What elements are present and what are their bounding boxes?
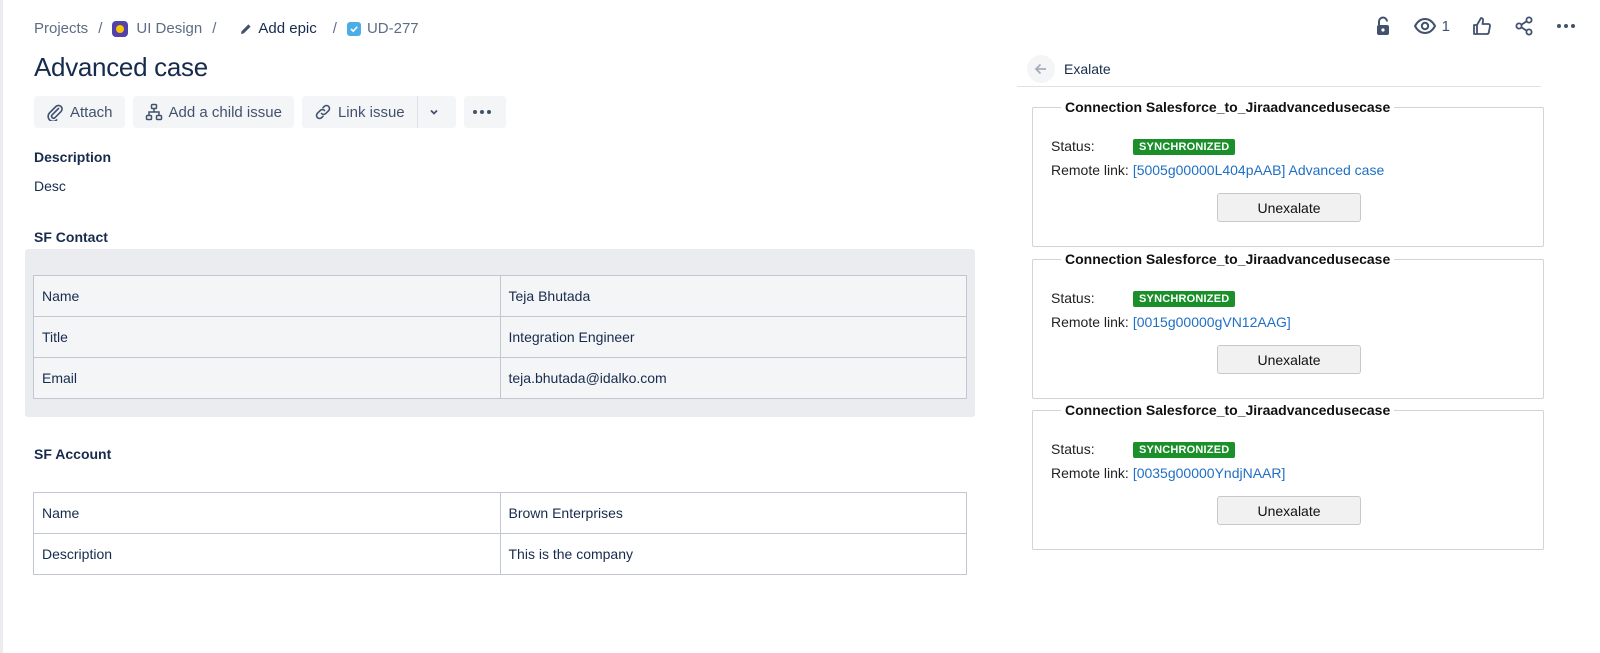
connection-card: Connection Salesforce_to_Jiraadvanceduse…	[1032, 402, 1544, 550]
exalate-panel-header: Exalate	[1017, 52, 1541, 87]
share-button[interactable]	[1514, 16, 1534, 36]
unexalate-button[interactable]: Unexalate	[1217, 345, 1361, 374]
sf-account-panel: Name Brown Enterprises Description This …	[25, 476, 975, 596]
status-badge: SYNCHRONIZED	[1133, 139, 1236, 155]
issue-actions: 1	[1374, 16, 1576, 36]
table-row: Title Integration Engineer	[33, 316, 967, 358]
breadcrumb-separator: /	[212, 20, 217, 37]
back-button[interactable]	[1027, 55, 1055, 83]
table-cell-value: This is the company	[499, 533, 967, 575]
unexalate-button[interactable]: Unexalate	[1217, 193, 1361, 222]
remote-link[interactable]: [0015g00000gVN12AAG]	[1133, 314, 1291, 330]
breadcrumb-issue-key[interactable]: UD-277	[346, 20, 419, 37]
issue-title[interactable]: Advanced case	[34, 52, 208, 83]
status-label: Status:	[1051, 138, 1095, 154]
status-row: Status:	[1051, 138, 1095, 154]
pencil-icon	[241, 23, 251, 34]
table-cell-key: Title	[33, 316, 501, 358]
sf-contact-label: SF Contact	[34, 229, 108, 245]
sf-contact-table: Name Teja Bhutada Title Integration Engi…	[33, 275, 967, 399]
exalate-panel-title: Exalate	[1064, 61, 1111, 77]
unlock-icon	[1376, 16, 1389, 35]
status-badge: SYNCHRONIZED	[1133, 291, 1236, 307]
breadcrumb: Projects / UI Design / Add epic / UD-277	[34, 20, 419, 37]
status-row: Status:	[1051, 441, 1095, 457]
table-row: Name Brown Enterprises	[33, 492, 967, 534]
table-cell-value: Teja Bhutada	[499, 275, 967, 317]
watch-count: 1	[1441, 17, 1450, 35]
restrictions-button[interactable]	[1374, 16, 1392, 36]
breadcrumb-add-epic[interactable]: Add epic	[240, 20, 317, 37]
table-row: Email teja.bhutada@idalko.com	[33, 357, 967, 399]
breadcrumb-project-label: UI Design	[136, 20, 203, 37]
table-cell-value: Brown Enterprises	[499, 492, 967, 534]
description-text[interactable]: Desc	[34, 178, 66, 194]
sf-contact-panel: Name Teja Bhutada Title Integration Engi…	[25, 249, 975, 417]
sf-account-label: SF Account	[34, 446, 112, 462]
link-issue-group: Link issue	[301, 96, 456, 128]
task-checkbox-icon	[346, 21, 361, 36]
sf-account-table: Name Brown Enterprises Description This …	[33, 492, 967, 575]
status-label: Status:	[1051, 290, 1095, 306]
table-cell-key: Email	[33, 357, 501, 399]
table-cell-key: Name	[33, 275, 501, 317]
more-actions-button[interactable]	[1556, 23, 1576, 29]
project-avatar-icon	[112, 20, 129, 37]
issue-key-label: UD-277	[366, 20, 419, 37]
share-icon	[1515, 16, 1533, 36]
breadcrumb-separator: /	[98, 20, 103, 37]
status-row: Status:	[1051, 290, 1095, 306]
breadcrumb-projects[interactable]: Projects	[34, 20, 88, 37]
connection-name: Connection Salesforce_to_Jiraadvanceduse…	[1061, 251, 1395, 267]
arrow-left-icon	[1034, 63, 1046, 75]
attach-button[interactable]: Attach	[34, 96, 125, 128]
description-label: Description	[34, 149, 112, 165]
breadcrumb-separator: /	[332, 20, 337, 37]
add-child-issue-button[interactable]: Add a child issue	[132, 96, 294, 128]
link-issue-label: Link issue	[337, 103, 405, 121]
table-cell-key: Description	[33, 533, 501, 575]
link-issue-dropdown-button[interactable]	[416, 96, 456, 128]
connection-card: Connection Salesforce_to_Jiraadvanceduse…	[1032, 251, 1544, 399]
link-issue-button[interactable]: Link issue	[301, 96, 417, 128]
remote-link-label: Remote link:	[1051, 314, 1129, 330]
issue-toolbar: Attach Add a child issue Link issue	[34, 96, 506, 128]
thumbs-up-icon	[1473, 17, 1491, 35]
table-row: Name Teja Bhutada	[33, 275, 967, 317]
vote-button[interactable]	[1472, 16, 1492, 36]
breadcrumb-add-epic-label: Add epic	[258, 20, 317, 37]
chevron-down-icon	[430, 109, 438, 115]
remote-link-row: Remote link: [5005g00000L404pAAB] Advanc…	[1051, 162, 1384, 178]
remote-link-row: Remote link: [0035g00000YndjNAAR]	[1051, 465, 1285, 481]
paperclip-icon	[47, 104, 63, 121]
link-icon	[315, 104, 331, 120]
connection-card: Connection Salesforce_to_Jiraadvanceduse…	[1032, 99, 1544, 247]
remote-link[interactable]: [5005g00000L404pAAB] Advanced case	[1133, 162, 1384, 178]
status-badge: SYNCHRONIZED	[1133, 442, 1236, 458]
watch-button[interactable]: 1	[1413, 17, 1450, 35]
attach-label: Attach	[70, 103, 113, 121]
hierarchy-icon	[145, 103, 162, 121]
more-icon	[472, 110, 491, 114]
remote-link-label: Remote link:	[1051, 162, 1129, 178]
remote-link-row: Remote link: [0015g00000gVN12AAG]	[1051, 314, 1291, 330]
add-child-issue-label: Add a child issue	[168, 103, 282, 121]
table-row: Description This is the company	[33, 533, 967, 575]
remote-link[interactable]: [0035g00000YndjNAAR]	[1133, 465, 1286, 481]
eye-icon	[1413, 18, 1436, 34]
connection-name: Connection Salesforce_to_Jiraadvanceduse…	[1061, 99, 1395, 115]
page-left-border	[0, 0, 3, 653]
more-icon	[1557, 24, 1575, 28]
table-cell-key: Name	[33, 492, 501, 534]
status-label: Status:	[1051, 441, 1095, 457]
table-cell-value: Integration Engineer	[499, 316, 967, 358]
remote-link-label: Remote link:	[1051, 465, 1129, 481]
toolbar-more-button[interactable]	[463, 96, 506, 128]
unexalate-button[interactable]: Unexalate	[1217, 496, 1361, 525]
table-cell-value: teja.bhutada@idalko.com	[499, 357, 967, 399]
breadcrumb-project[interactable]: UI Design	[112, 20, 202, 37]
connection-name: Connection Salesforce_to_Jiraadvanceduse…	[1061, 402, 1395, 418]
